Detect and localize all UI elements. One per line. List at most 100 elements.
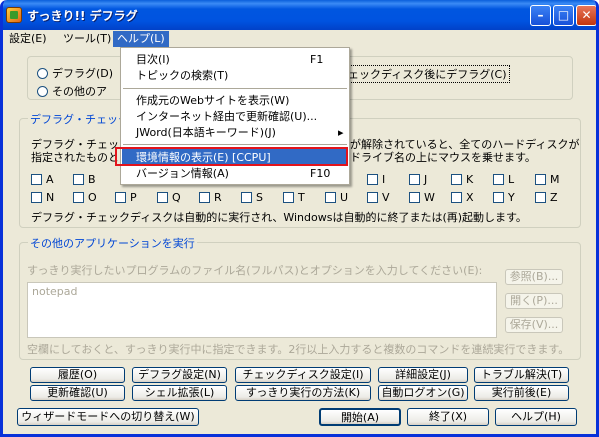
drive-letter: Y (508, 191, 515, 204)
drive-checkbox[interactable]: A (31, 173, 54, 186)
drive-letter: A (46, 173, 54, 186)
radio-defrag[interactable]: デフラグ(D) (37, 65, 113, 81)
close-button[interactable]: ✕ (576, 5, 596, 26)
exit-button[interactable]: 終了(X) (407, 408, 489, 426)
menu-help[interactable]: ヘルプ(L) (113, 31, 169, 47)
menu-item-version-info[interactable]: バージョン情報(A) F10 (122, 165, 348, 182)
wizard-mode-button[interactable]: ウィザードモードへの切り替え(W) (17, 408, 199, 426)
menu-item-jword[interactable]: JWord(日本語キーワード)(J) ▸ (122, 124, 348, 141)
window-title: すっきり!! デフラグ (27, 9, 138, 23)
auto-logon-button[interactable]: 自動ログオン(G) (378, 385, 468, 401)
checkbox-box (409, 174, 420, 185)
checkbox-box (283, 192, 294, 203)
drive-checkbox[interactable]: K (451, 173, 473, 186)
menu-item-label: トピックの検索(T) (136, 69, 229, 82)
defrag-group-title: デフラグ・チェック (28, 111, 131, 127)
drive-checkbox[interactable]: O (73, 191, 97, 204)
menu-item-website[interactable]: 作成元のWebサイトを表示(W) (122, 92, 348, 109)
checkbox-box (451, 174, 462, 185)
radio-circle (37, 67, 48, 79)
drive-checkbox[interactable]: M (535, 173, 560, 186)
update-check-button[interactable]: 更新確認(U) (30, 385, 125, 401)
minimize-button[interactable]: – (530, 5, 551, 26)
checkbox-box (31, 174, 42, 185)
drive-letter: J (424, 173, 428, 186)
drive-checkbox[interactable]: T (283, 191, 305, 204)
desc-line2-right: ドライブ名の上にマウスを乗せます。 (350, 151, 536, 164)
drive-checkbox[interactable]: N (31, 191, 54, 204)
troubleshoot-button[interactable]: トラブル解決(T) (474, 367, 569, 383)
checkbox-box (73, 192, 84, 203)
annotation-highlight-box (115, 147, 348, 166)
command-textarea[interactable]: notepad (27, 282, 497, 338)
how-to-run-button[interactable]: すっきり実行の方法(K) (235, 385, 371, 401)
checkbox-box (535, 174, 546, 185)
drive-checkbox[interactable]: U (325, 191, 348, 204)
radio-check-then-defrag-label[interactable]: ェックディスク後にデフラグ(C) (345, 65, 510, 83)
menu-item-search-topics[interactable]: トピックの検索(T) (122, 67, 348, 84)
drive-checkbox[interactable]: V (367, 191, 390, 204)
menu-item-contents[interactable]: 目次(I) F1 (122, 51, 348, 68)
checkbox-box (367, 192, 378, 203)
start-button[interactable]: 開始(A) (319, 408, 401, 426)
menu-bar: 設定(E) ツール(T) ヘルプ(L) (3, 30, 596, 48)
menu-item-label: 目次(I) (136, 53, 170, 66)
drive-letter: L (508, 173, 515, 186)
drive-checkbox[interactable]: W (409, 191, 435, 204)
checkbox-box (493, 192, 504, 203)
maximize-button[interactable]: □ (553, 5, 574, 26)
apps-hint: 空欄にしておくと、すっきり実行中に指定できます。2行以上入力すると複数のコマンド… (27, 343, 570, 356)
open-button[interactable]: 開く(P)... (505, 293, 563, 309)
menu-tools[interactable]: ツール(T) (59, 31, 115, 47)
auto-run-note: デフラグ・チェックディスクは自動的に実行され、Windowsは自動的に終了または… (31, 211, 527, 224)
radio-circle (37, 85, 48, 97)
defrag-settings-button[interactable]: デフラグ設定(N) (132, 367, 227, 383)
drive-letter: P (130, 191, 137, 204)
menu-item-label: バージョン情報(A) (136, 167, 229, 180)
check-settings-button[interactable]: チェックディスク設定(I) (235, 367, 371, 383)
menu-settings[interactable]: 設定(E) (5, 31, 51, 47)
command-textarea-value: notepad (32, 285, 78, 298)
checkbox-box (115, 192, 126, 203)
drive-checkbox[interactable]: J (409, 173, 427, 186)
browse-button[interactable]: 参照(B)... (505, 269, 563, 285)
drive-checkbox[interactable]: S (241, 191, 263, 204)
title-bar[interactable]: すっきり!! デフラグ – □ ✕ (3, 0, 596, 30)
history-button[interactable]: 履歴(O) (30, 367, 125, 383)
save-button[interactable]: 保存(V)... (505, 317, 563, 333)
drive-letter: O (88, 191, 97, 204)
drive-checkbox[interactable]: L (493, 173, 514, 186)
apps-instruction: すっきり実行したいプログラムのファイル名(フルパス)とオプションを入力してくださ… (27, 264, 483, 277)
drive-checkbox[interactable]: R (199, 191, 222, 204)
drive-checkbox[interactable]: Q (157, 191, 181, 204)
apps-group-title: その他のアプリケーションを実行 (28, 235, 197, 251)
before-after-button[interactable]: 実行前後(E) (474, 385, 569, 401)
drive-letter: V (382, 191, 390, 204)
drive-letter: Z (550, 191, 558, 204)
checkbox-box (409, 192, 420, 203)
menu-item-update-check[interactable]: インターネット経由で更新確認(U)... (122, 108, 348, 125)
radio-other-app[interactable]: その他のア (37, 83, 107, 99)
drive-letter: I (382, 173, 386, 186)
menu-separator (123, 88, 347, 89)
drive-letter: W (424, 191, 435, 204)
drive-checkbox[interactable]: Y (493, 191, 515, 204)
menu-separator (123, 144, 347, 145)
app-window: すっきり!! デフラグ – □ ✕ 設定(E) ツール(T) ヘルプ(L) デフ… (0, 0, 599, 437)
checkbox-box (199, 192, 210, 203)
radio-defrag-label: デフラグ(D) (52, 67, 114, 80)
checkbox-box (31, 192, 42, 203)
menu-item-shortcut: F10 (310, 167, 331, 180)
drive-checkbox[interactable]: X (451, 191, 474, 204)
drive-letter: X (466, 191, 474, 204)
drive-letter: S (256, 191, 263, 204)
shell-ext-button[interactable]: シェル拡張(L) (132, 385, 227, 401)
help-button[interactable]: ヘルプ(H) (495, 408, 577, 426)
drive-letter: T (298, 191, 305, 204)
checkbox-box (367, 174, 378, 185)
detail-settings-button[interactable]: 詳細設定(J) (378, 367, 468, 383)
drive-checkbox[interactable]: I (367, 173, 385, 186)
drive-checkbox[interactable]: Z (535, 191, 558, 204)
drive-checkbox[interactable]: B (73, 173, 96, 186)
drive-checkbox[interactable]: P (115, 191, 137, 204)
